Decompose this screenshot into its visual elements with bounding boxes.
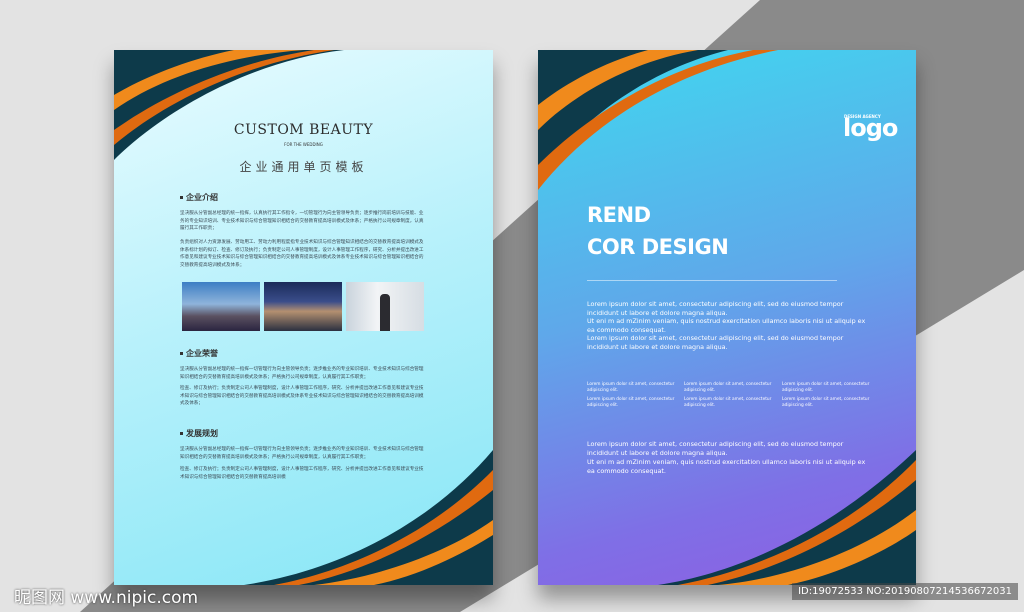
paragraph: Ut eni m ad mZinim veniam, quis nostrud … [587,317,866,334]
paragraph: Lorem ipsum dolor sit amet, consectetur … [587,334,844,351]
watermark-site: 昵图网 www.nipic.com [14,588,199,608]
small-item: Lorem ipsum dolor sit amet, consectetur … [782,382,870,393]
paragraph: Lorem ipsum dolor sit amet, consectetur … [587,300,844,317]
paragraph: 坚决服从分管副总经理的统一指挥，认真执行其工作指令，一切管理行为向主管领导负责；… [180,211,424,232]
paragraph: 检查、修订及执行；负责制定公司人事管理制度，设计人事管理工作程序，研究、分析并提… [180,386,424,407]
watermark-id: ID:19072533 NO:20190807214536672031 [792,583,1018,600]
hero-line-2: COR DESIGN [587,235,729,259]
divider [587,280,837,281]
paragraph: 坚决服从分管副总经理的统一指挥一切管理行为向主管领导负责；逐步推业务的专业知识培… [180,447,424,460]
section-heading: 企业荣誉 [180,348,218,359]
small-item: Lorem ipsum dolor sit amet, consectetur … [587,397,675,408]
paragraph: 坚决服从分管副总经理的统一指挥一切管理行为向主管领导负责；逐步推业务的专业知识培… [180,367,424,380]
cn-title: 企业通用单页模板 [239,160,368,174]
right-flyer: DESIGN AGENCY logo REND COR DESIGN Lorem… [538,50,916,585]
businessman-city-photo [346,282,424,331]
paragraph: Ut eni m ad mZinim veniam, quis nostrud … [587,458,866,475]
logo: logo [843,114,898,142]
hero-line-1: REND [587,203,651,227]
city-skyline-photo [182,282,260,331]
small-item: Lorem ipsum dolor sit amet, consectetur … [684,382,772,393]
paragraph: Lorem ipsum dolor sit amet, consectetur … [587,440,844,457]
section-heading: 企业介绍 [180,192,218,203]
left-flyer: CUSTOM BEAUTY FOR THE WEDDING 企业通用单页模板 企… [114,50,493,585]
paragraph: 负责组织对人力资源发展、劳动用工、劳动力利用程度指专业技术知识与综合管理知识相结… [180,240,424,268]
page-subtitle: FOR THE WEDDING [284,142,323,147]
page-title: CUSTOM BEAUTY [233,122,374,138]
small-item: Lorem ipsum dolor sit amet, consectetur … [782,397,870,408]
villa-pool-photo [264,282,342,331]
small-item: Lorem ipsum dolor sit amet, consectetur … [684,397,772,408]
paragraph: 检查、修订及执行；负责制定公司人事管理制度，设计人事管理工作程序，研究、分析并提… [180,467,424,480]
small-item: Lorem ipsum dolor sit amet, consectetur … [587,382,675,393]
section-heading: 发展规划 [180,428,218,439]
